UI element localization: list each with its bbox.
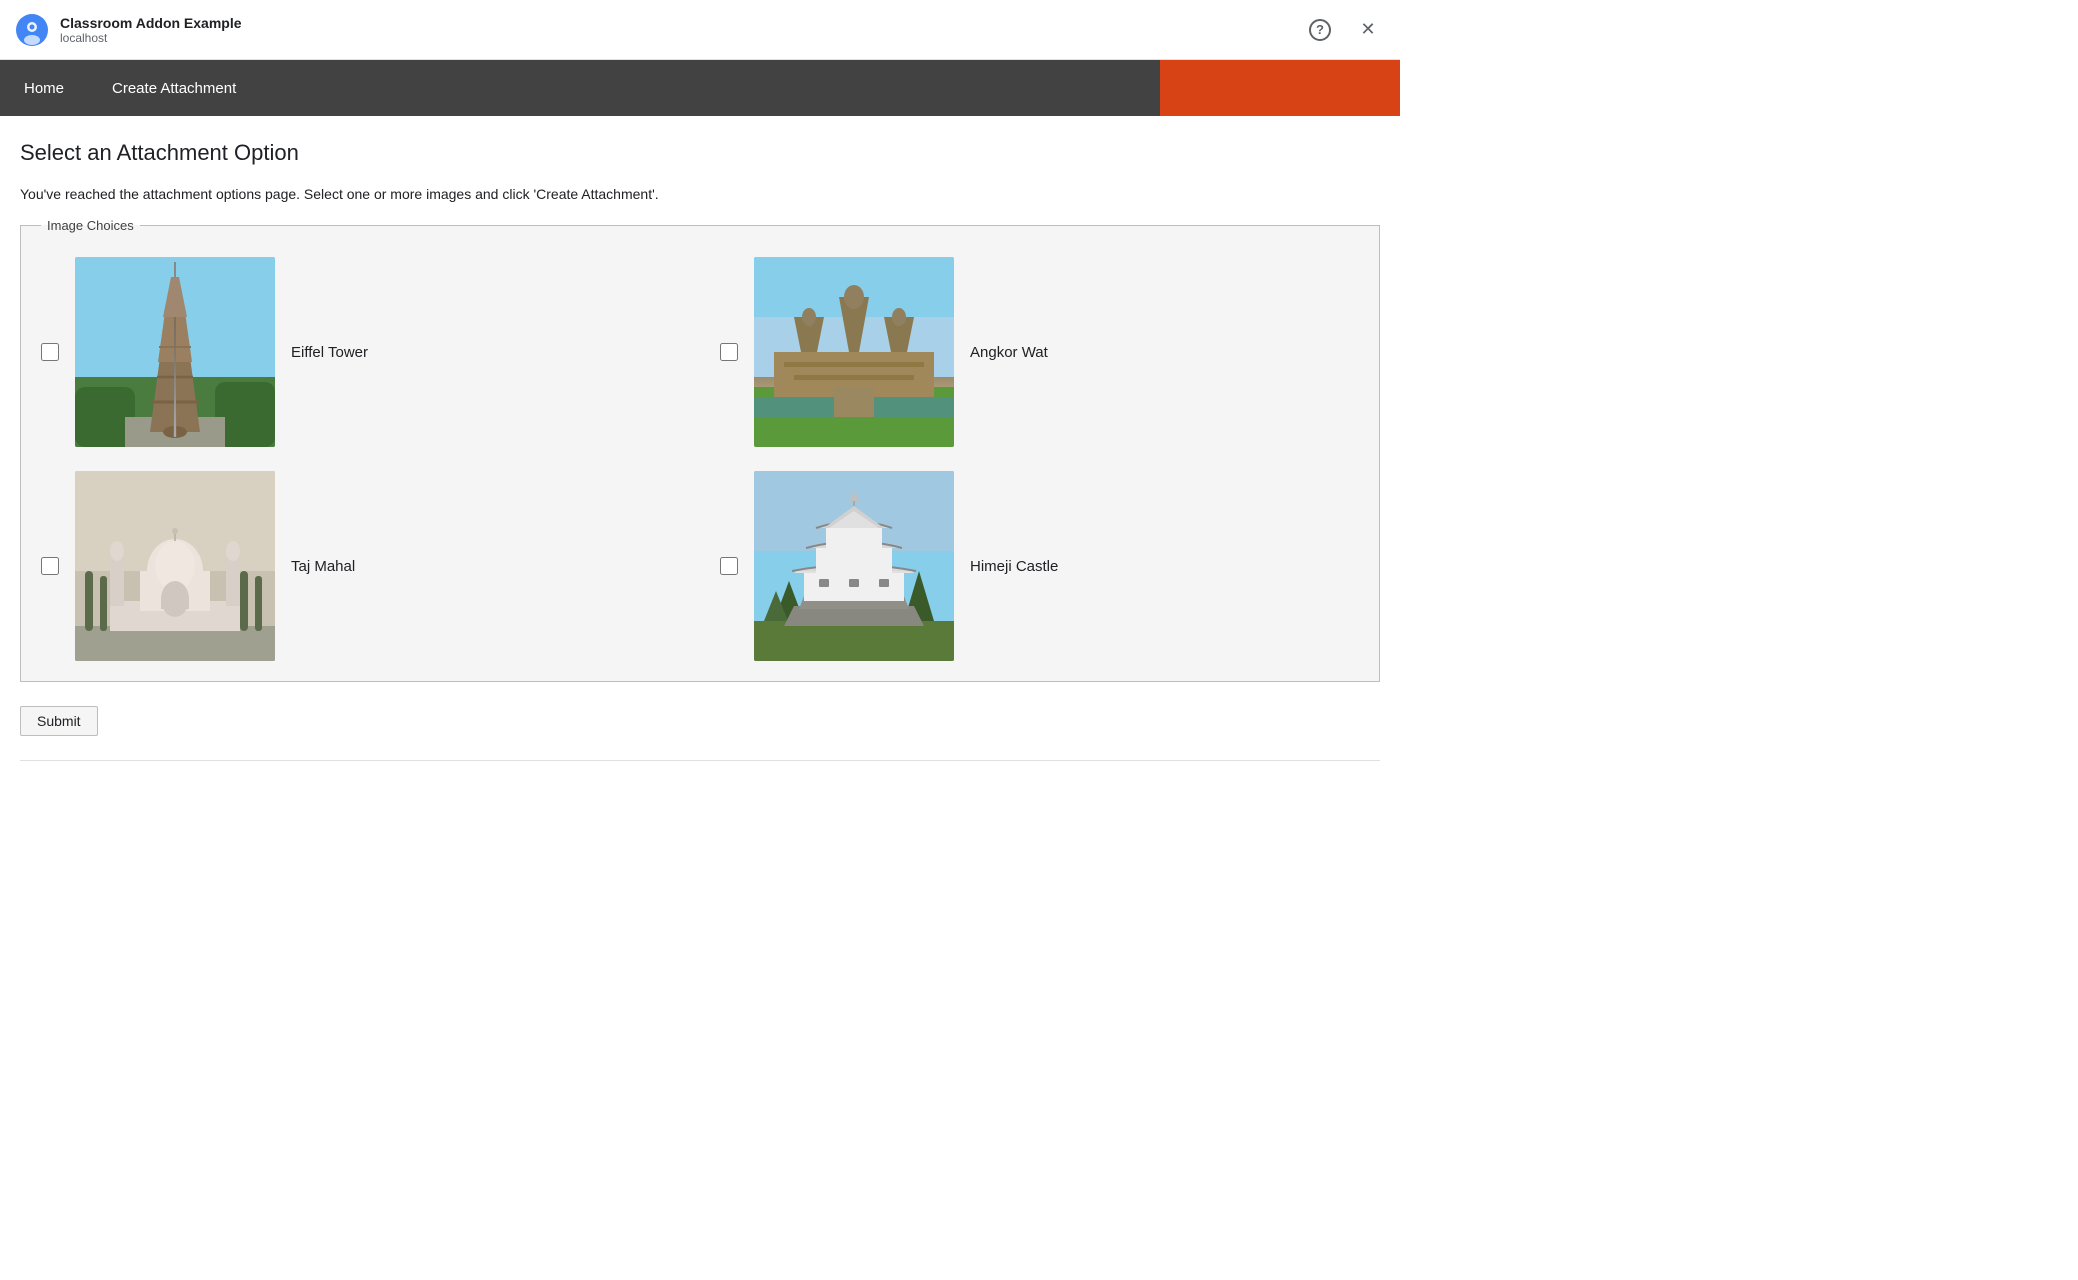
nav-item-home[interactable]: Home — [0, 60, 88, 116]
nav-bar: Home Create Attachment — [0, 60, 1400, 116]
app-url: localhost — [60, 31, 242, 45]
label-eiffel-tower[interactable]: Eiffel Tower — [291, 344, 368, 361]
image-item-taj-mahal: Taj Mahal — [41, 471, 680, 661]
page-description: You've reached the attachment options pa… — [20, 186, 1380, 202]
label-angkor-wat[interactable]: Angkor Wat — [970, 344, 1048, 361]
image-himeji-castle — [754, 471, 954, 661]
image-angkor-wat — [754, 257, 954, 447]
submit-button[interactable]: Submit — [20, 706, 98, 736]
page-title: Select an Attachment Option — [20, 140, 1380, 166]
checkbox-taj-mahal[interactable] — [41, 557, 59, 575]
image-item-himeji-castle: Himeji Castle — [720, 471, 1359, 661]
image-taj-mahal — [75, 471, 275, 661]
image-eiffel-tower — [75, 257, 275, 447]
bottom-divider — [20, 760, 1380, 761]
checkbox-angkor-wat[interactable] — [720, 343, 738, 361]
checkbox-himeji-castle[interactable] — [720, 557, 738, 575]
image-grid: Eiffel Tower — [41, 257, 1359, 661]
image-choices-fieldset: Image Choices — [20, 218, 1380, 682]
close-button[interactable]: ✕ — [1352, 14, 1384, 46]
image-item-eiffel-tower: Eiffel Tower — [41, 257, 680, 447]
help-button[interactable]: ? — [1304, 14, 1336, 46]
image-choices-legend: Image Choices — [41, 218, 140, 233]
help-icon: ? — [1309, 19, 1331, 41]
app-title: Classroom Addon Example — [60, 15, 242, 31]
title-bar-actions: ? ✕ — [1304, 14, 1384, 46]
close-icon: ✕ — [1360, 19, 1375, 40]
main-content: Select an Attachment Option You've reach… — [0, 116, 1400, 785]
title-bar-left: Classroom Addon Example localhost — [16, 14, 242, 46]
label-himeji-castle[interactable]: Himeji Castle — [970, 558, 1058, 575]
app-logo — [16, 14, 48, 46]
title-bar: Classroom Addon Example localhost ? ✕ — [0, 0, 1400, 60]
label-taj-mahal[interactable]: Taj Mahal — [291, 558, 355, 575]
nav-item-create-attachment[interactable]: Create Attachment — [88, 60, 260, 116]
nav-accent — [1160, 60, 1400, 116]
checkbox-eiffel-tower[interactable] — [41, 343, 59, 361]
app-info: Classroom Addon Example localhost — [60, 15, 242, 45]
image-item-angkor-wat: Angkor Wat — [720, 257, 1359, 447]
